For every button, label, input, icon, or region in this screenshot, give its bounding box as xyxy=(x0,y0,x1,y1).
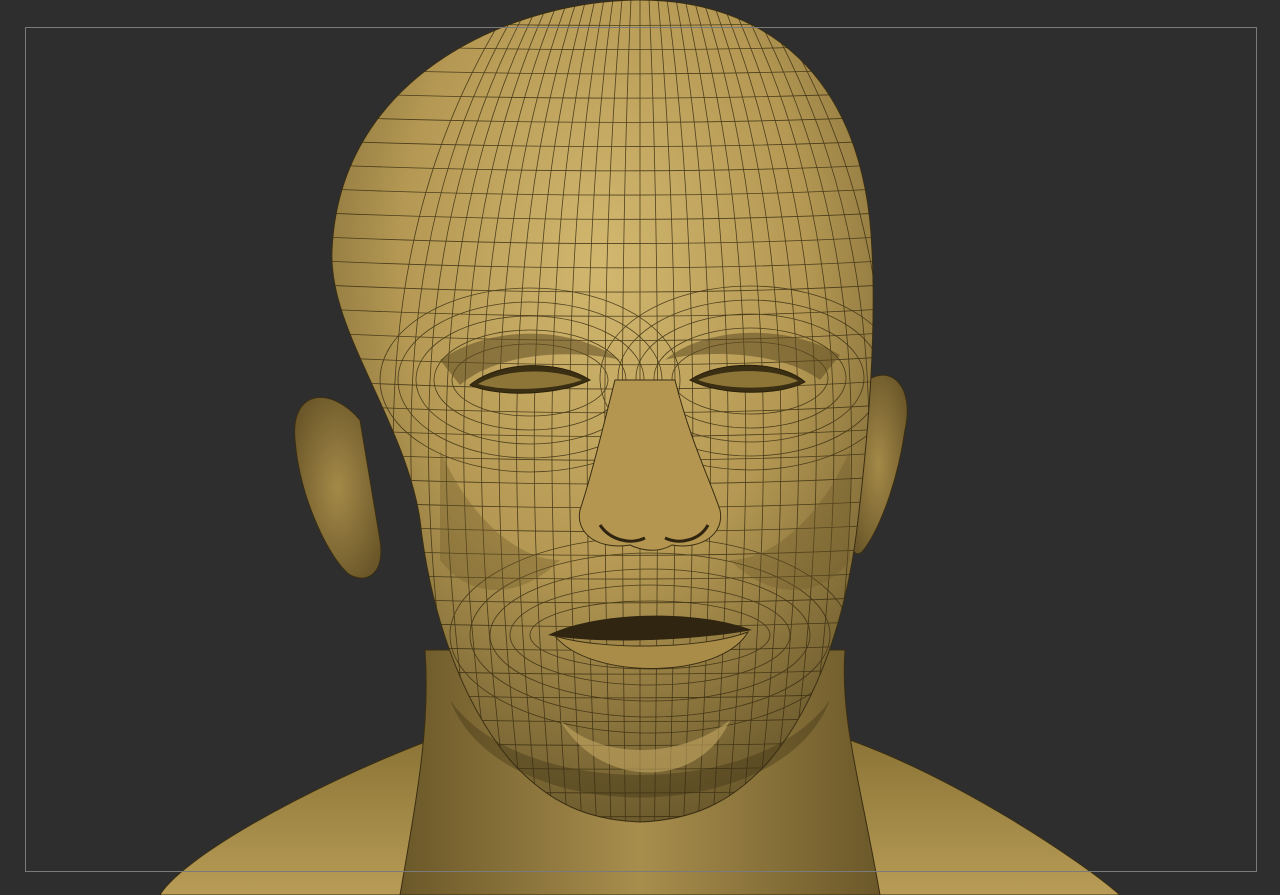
head-mesh-model[interactable] xyxy=(0,0,1280,895)
head xyxy=(331,0,874,823)
left-ear xyxy=(294,396,382,579)
3d-viewport[interactable] xyxy=(0,0,1280,895)
